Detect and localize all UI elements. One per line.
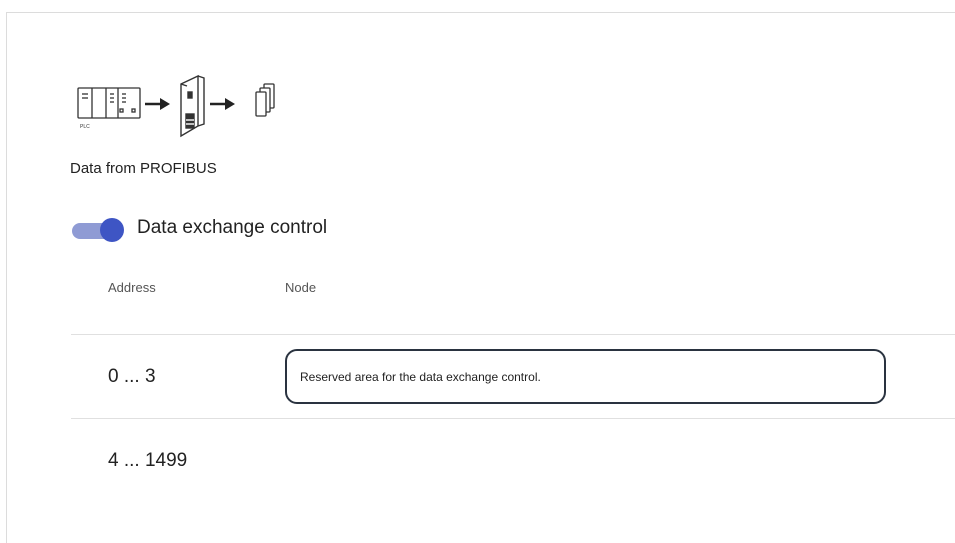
plc-icon	[77, 87, 141, 119]
section-title: Data from PROFIBUS	[70, 160, 217, 177]
column-header-node: Node	[285, 280, 317, 295]
table-divider	[71, 418, 955, 419]
data-exchange-control-toggle[interactable]	[70, 218, 126, 242]
row-address-0: 0 ... 3	[108, 366, 156, 387]
node-field-0[interactable]	[285, 349, 886, 404]
table-divider	[71, 334, 955, 335]
toggle-knob	[100, 218, 124, 242]
data-pages-icon	[255, 83, 275, 117]
row-address-1: 4 ... 1499	[108, 450, 188, 471]
gateway-device-icon	[180, 74, 205, 138]
data-flow-graphic: PLC	[77, 74, 275, 138]
plc-label: PLC	[80, 124, 90, 130]
data-exchange-control-label: Data exchange control	[137, 217, 328, 238]
arrow-right-icon	[145, 98, 170, 110]
column-header-address: Address	[108, 280, 156, 295]
arrow-right-icon	[210, 98, 235, 110]
